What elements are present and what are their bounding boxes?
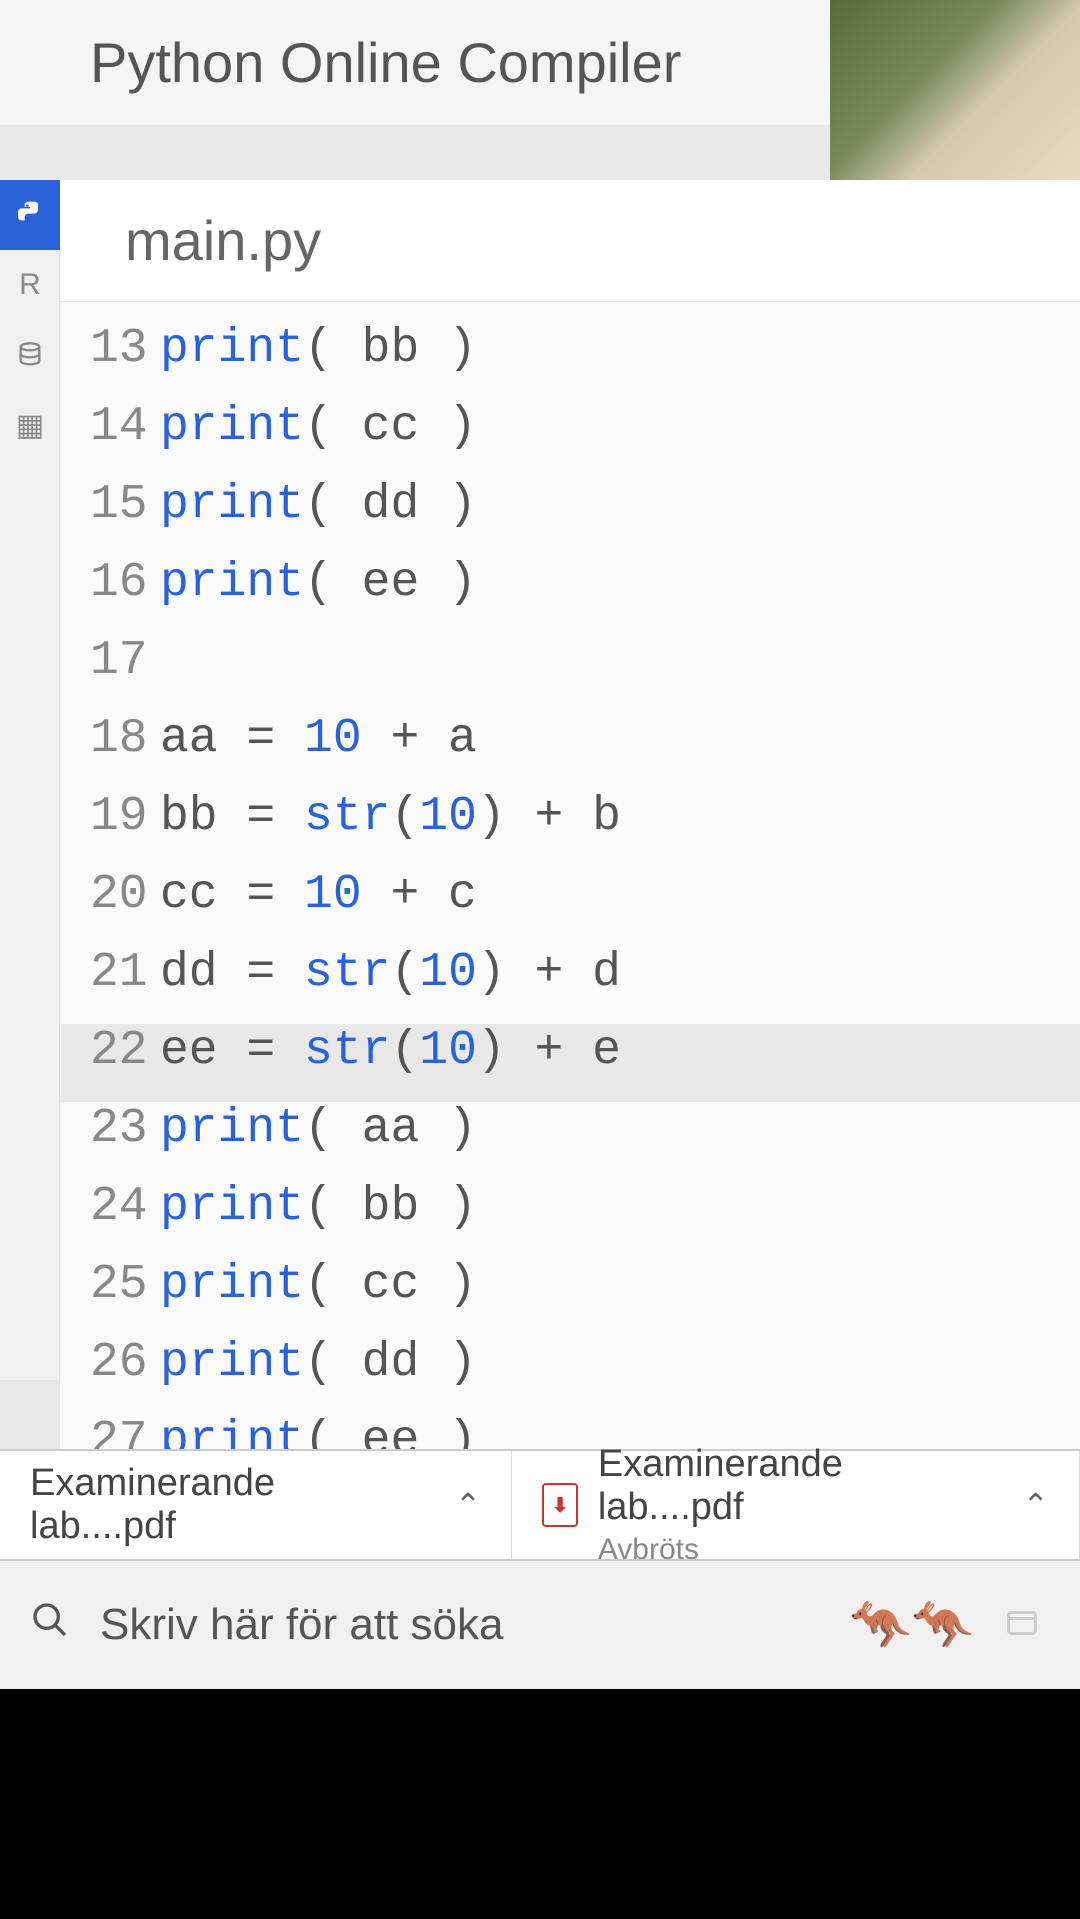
line-number: 18 [90,712,160,766]
task-view-icon[interactable] [1004,1605,1040,1646]
black-bezel [0,1689,1080,1919]
line-number: 24 [90,1180,160,1234]
code-line[interactable]: 24print( bb ) [60,1180,1080,1258]
code-content: print( cc ) [160,400,477,454]
line-number: 26 [90,1336,160,1390]
code-content: cc = 10 + c [160,868,477,922]
code-content: print( dd ) [160,478,477,532]
line-number: 13 [90,322,160,376]
code-line[interactable]: 18aa = 10 + a [60,712,1080,790]
code-content: aa = 10 + a [160,712,477,766]
download-item-1[interactable]: Examinerande lab....pdf ⌃ [0,1451,512,1559]
chevron-up-icon[interactable]: ⌃ [1022,1486,1049,1524]
download-filename: Examinerande lab....pdf [598,1443,992,1529]
code-line[interactable]: 25print( cc ) [60,1258,1080,1336]
background-photo-corner [830,0,1080,180]
code-content: ee = str(10) + e [160,1024,621,1078]
download-item-2[interactable]: ⬇ Examinerande lab....pdf Avbröts ⌃ [512,1451,1080,1559]
code-line[interactable]: 20cc = 10 + c [60,868,1080,946]
code-content: bb = str(10) + b [160,790,621,844]
code-line[interactable]: 16print( ee ) [60,556,1080,634]
pdf-icon: ⬇ [542,1483,577,1527]
code-content: print( aa ) [160,1102,477,1156]
code-content: print( ee ) [160,556,477,610]
code-line[interactable]: 22ee = str(10) + e [60,1024,1080,1102]
line-number: 25 [90,1258,160,1312]
line-number: 23 [90,1102,160,1156]
code-content: print( cc ) [160,1258,477,1312]
file-tab[interactable]: main.py [60,180,1080,302]
code-line[interactable]: 17 [60,634,1080,712]
code-line[interactable]: 23print( aa ) [60,1102,1080,1180]
code-content: print( dd ) [160,1336,477,1390]
r-icon[interactable]: R [0,250,60,320]
code-content: print( bb ) [160,1180,477,1234]
code-editor[interactable]: 13print( bb )14print( cc )15print( dd )1… [60,302,1080,1610]
line-number: 16 [90,556,160,610]
chevron-up-icon[interactable]: ⌃ [455,1486,482,1524]
code-line[interactable]: 14print( cc ) [60,400,1080,478]
kangaroo-icon: 🦘🦘 [849,1596,974,1655]
line-number: 22 [90,1024,160,1078]
code-line[interactable]: 15print( dd ) [60,478,1080,556]
line-number: 19 [90,790,160,844]
search-input[interactable]: Skriv här för att söka [100,1600,503,1650]
line-number: 17 [90,634,160,688]
line-number: 21 [90,946,160,1000]
download-filename: Examinerande lab....pdf [30,1462,425,1548]
code-line[interactable]: 26print( dd ) [60,1336,1080,1414]
code-line[interactable]: 21dd = str(10) + d [60,946,1080,1024]
db-icon[interactable] [0,320,60,390]
windows-taskbar: Skriv här för att söka 🦘🦘 [0,1559,1080,1689]
search-icon[interactable] [30,1600,70,1651]
code-content: dd = str(10) + d [160,946,621,1000]
code-line[interactable]: 13print( bb ) [60,322,1080,400]
python-icon[interactable] [0,180,60,250]
code-line[interactable]: 19bb = str(10) + b [60,790,1080,868]
code-content: print( bb ) [160,322,477,376]
downloads-bar: Examinerande lab....pdf ⌃ ⬇ Examinerande… [0,1449,1080,1559]
editor-area: main.py 13print( bb )14print( cc )15prin… [60,180,1080,1610]
language-sidebar: R ▦ [0,180,60,1380]
line-number: 20 [90,868,160,922]
lang-icon-4[interactable]: ▦ [0,390,60,460]
line-number: 15 [90,478,160,532]
line-number: 14 [90,400,160,454]
